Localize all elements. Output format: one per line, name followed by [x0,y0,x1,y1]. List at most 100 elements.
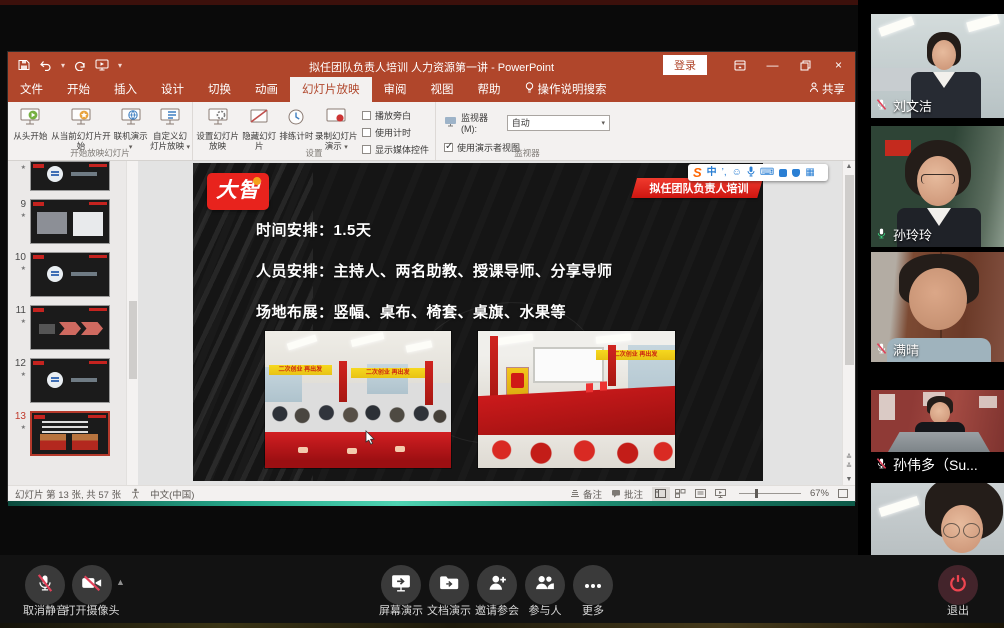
play-narrations-checkbox[interactable]: 播放旁白 [362,109,429,122]
tab-review[interactable]: 审阅 [372,77,419,102]
minimize-button[interactable]: — [756,52,789,78]
tab-insert[interactable]: 插入 [102,77,149,102]
custom-slideshow-button[interactable]: 自定义幻灯片放映 ▾ [150,104,190,152]
mic-on-icon [875,227,888,243]
animation-star-icon: ★ [10,372,26,378]
keyboard-icon[interactable]: ⌨ [760,168,774,178]
scroll-down-icon[interactable]: ▼ [843,476,855,483]
save-icon[interactable] [18,59,30,71]
slide-8-thumbnail[interactable] [30,161,110,191]
slide-sorter-view-icon[interactable] [672,487,690,501]
restore-button[interactable] [789,52,822,78]
tab-tell-me[interactable]: 操作说明搜索 [513,77,619,102]
skin-icon[interactable] [792,169,800,177]
doc-share-button[interactable] [429,565,469,605]
from-current-slide-button[interactable]: 从当前幻灯片开始 [51,104,111,151]
tab-home[interactable]: 开始 [55,77,102,102]
share-button[interactable]: 共享 [809,81,845,97]
start-slideshow-icon[interactable] [95,59,109,71]
comments-button[interactable]: 批注 [611,487,643,501]
voice-input-icon[interactable] [747,166,755,180]
reading-view-icon[interactable] [692,487,710,501]
prev-next-slide-buttons[interactable]: ≙≚ [843,453,855,471]
language-indicator[interactable]: 中文(中国) [150,487,194,501]
tab-help[interactable]: 帮助 [466,77,513,102]
tab-file[interactable]: 文件 [8,77,55,102]
zoom-slider[interactable] [739,493,801,494]
rehearse-timings-button[interactable]: 排练计时 [278,104,314,142]
toolbox-grid-icon[interactable]: ▦ [805,168,814,178]
emoji-icon[interactable]: ☺ [732,168,742,178]
invite-button[interactable] [477,565,517,605]
slide-10-thumbnail[interactable] [30,252,110,297]
zoom-percentage[interactable]: 67% [810,488,829,499]
chinese-mode-icon[interactable]: 中 [707,168,717,178]
screen-share-button[interactable] [381,565,421,605]
slide-8-row[interactable]: ★ [10,161,134,191]
participant-video[interactable]: 孙玲玲 [871,126,1004,247]
slide-12-thumbnail[interactable] [30,358,110,403]
animation-star-icon: ★ [10,266,26,272]
present-online-button[interactable]: 联机演示 ▾ [111,104,150,152]
slide-9-row[interactable]: 9★ [10,199,134,244]
sogou-logo-icon[interactable]: S [693,166,702,179]
slide-9-thumbnail[interactable] [30,199,110,244]
close-button[interactable]: × [822,52,855,78]
slide-12-row[interactable]: 12★ [10,358,134,403]
panel-scrollbar[interactable] [126,161,138,485]
tab-view[interactable]: 视图 [419,77,466,102]
qat-customize-icon[interactable]: ▾ [118,61,122,70]
panel-scrollbar-thumb[interactable] [129,301,137,379]
monitor-dropdown[interactable]: 自动▾ [507,115,610,131]
handwriting-icon[interactable] [779,169,787,177]
current-slide[interactable]: 大智 拟任团队负责人培训 时间安排：1.5天 人员安排：主持人、两名助教、授课导… [193,163,763,481]
record-slideshow-button[interactable]: 录制幻灯片演示 ▾ [315,104,358,152]
stage-scrollbar-thumb[interactable] [845,175,854,365]
participant-video-sidebar: 刘文洁 孙玲玲 满晴 [858,0,1004,555]
slide-11-thumbnail[interactable] [30,305,110,350]
punctuation-icon[interactable]: ’, [722,168,727,178]
tab-animations[interactable]: 动画 [243,77,290,102]
camera-options-caret-icon[interactable]: ▲ [116,577,125,587]
participant-video-partial[interactable] [871,483,1004,555]
scroll-up-icon[interactable]: ▲ [843,163,855,170]
stage-scrollbar[interactable]: ▲ ≙≚ ▼ [842,161,855,485]
unmute-button[interactable] [25,565,65,605]
login-button[interactable]: 登录 [663,55,707,75]
more-button[interactable] [573,565,613,605]
notes-button[interactable]: 备注 [570,487,602,501]
tab-transitions[interactable]: 切换 [196,77,243,102]
participant-video[interactable]: 刘文洁 [871,14,1004,118]
from-beginning-button[interactable]: 从头开始 [10,104,51,142]
redo-icon[interactable] [74,60,86,71]
slide-13-thumbnail[interactable] [30,411,110,456]
normal-view-icon[interactable] [652,487,670,501]
slide-10-row[interactable]: 10★ [10,252,134,297]
zoom-slider-thumb[interactable] [755,489,758,498]
sogou-input-toolbar[interactable]: S 中 ’, ☺ ⌨ ▦ [688,164,828,181]
slideshow-view-icon[interactable] [712,487,730,501]
undo-dropdown-icon[interactable]: ▾ [61,61,65,70]
ribbon-tab-bar: 文件 开始 插入 设计 切换 动画 幻灯片放映 审阅 视图 帮助 操作说明搜索 … [8,78,855,102]
open-camera-button[interactable] [72,565,112,605]
fit-to-window-icon[interactable] [838,489,848,498]
quick-access-toolbar: ▾ ▾ [18,52,122,78]
use-timings-checkbox[interactable]: 使用计时 [362,126,429,139]
accessibility-icon[interactable] [131,488,140,499]
ribbon-display-options-icon[interactable] [723,52,756,78]
whiteboard [533,347,604,383]
participants-button[interactable] [525,565,565,605]
participant-video[interactable]: 孙伟多（Su... [871,384,1004,478]
hide-slide-icon [240,106,278,131]
tab-design[interactable]: 设计 [149,77,196,102]
hide-slide-button[interactable]: 隐藏幻灯片 [240,104,278,151]
slide-13-row-selected[interactable]: 13★ [10,411,134,456]
slide-11-row[interactable]: 11★ [10,305,134,350]
setup-slideshow-button[interactable]: 设置幻灯片放映 [195,104,240,151]
participant-name-bar: 孙伟多（Su... [875,455,978,475]
exit-button[interactable] [938,565,978,605]
slide-text-time: 时间安排：1.5天 [256,219,371,240]
participant-video[interactable]: 满晴 [871,252,1004,362]
undo-icon[interactable] [39,60,52,71]
tab-slideshow-active[interactable]: 幻灯片放映 [290,77,372,102]
